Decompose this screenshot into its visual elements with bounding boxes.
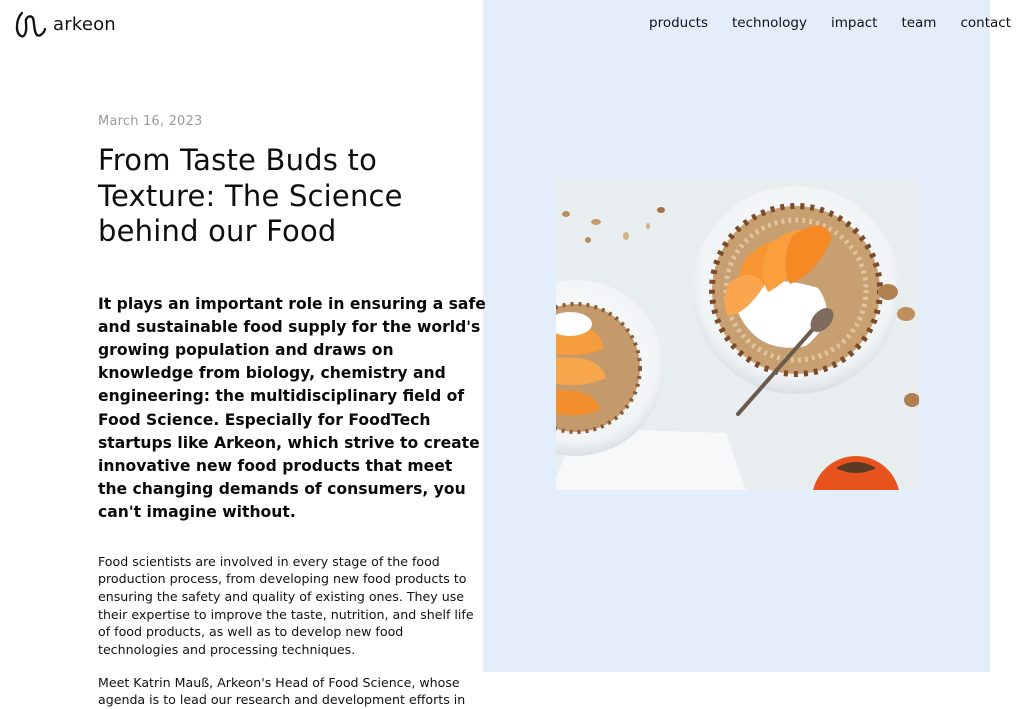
- nav-contact[interactable]: contact: [960, 15, 1011, 31]
- article-title: From Taste Buds to Texture: The Science …: [98, 143, 403, 248]
- food-bowls-illustration: [556, 178, 919, 490]
- article: March 16, 2023 From Taste Buds to Textur…: [98, 114, 488, 709]
- nav-technology[interactable]: technology: [732, 15, 807, 31]
- nav-products[interactable]: products: [649, 15, 708, 31]
- arkeon-logo-icon: [15, 11, 47, 38]
- article-lead: It plays an important role in ensuring a…: [98, 294, 486, 522]
- nav-team[interactable]: team: [901, 15, 936, 31]
- article-date: March 16, 2023: [98, 114, 203, 129]
- article-hero-image: [556, 178, 919, 490]
- article-paragraph: Meet Katrin Mauß, Arkeon's Head of Food …: [98, 674, 466, 708]
- brand-name: arkeon: [53, 13, 116, 35]
- brand-logo[interactable]: arkeon: [13, 9, 116, 39]
- article-paragraph: Food scientists are involved in every st…: [98, 553, 474, 658]
- nav-impact[interactable]: impact: [831, 15, 877, 31]
- main-nav: products technology impact team contact: [649, 15, 1011, 31]
